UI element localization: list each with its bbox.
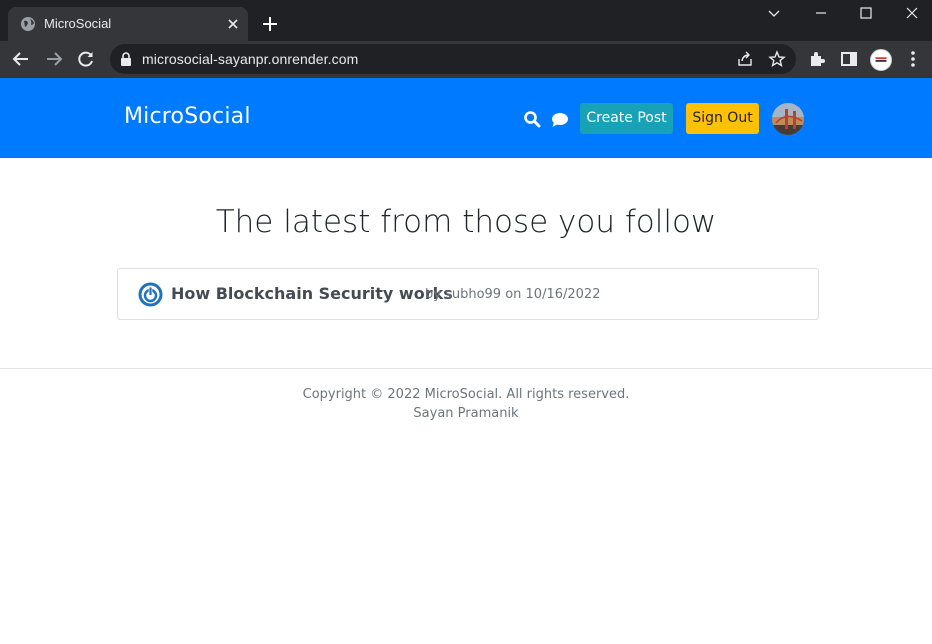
share-icon[interactable] bbox=[736, 50, 754, 68]
new-tab-icon[interactable] bbox=[260, 14, 280, 34]
post-meta: by subho99 on 10/16/2022 bbox=[425, 287, 601, 302]
window-close-icon[interactable] bbox=[898, 4, 926, 24]
chat-icon[interactable] bbox=[551, 111, 569, 129]
url-text[interactable]: microsocial-sayanpr.onrender.com bbox=[142, 51, 358, 67]
footer-divider bbox=[0, 368, 932, 369]
extensions-icon[interactable] bbox=[807, 49, 827, 69]
maximize-icon[interactable] bbox=[852, 4, 880, 24]
sign-out-button[interactable]: Sign Out bbox=[686, 103, 759, 134]
site-brand[interactable]: MicroSocial bbox=[124, 104, 251, 129]
footer-copyright: Copyright © 2022 MicroSocial. All rights… bbox=[302, 387, 630, 402]
back-arrow-icon[interactable] bbox=[11, 49, 31, 69]
side-panel-icon[interactable] bbox=[839, 49, 859, 69]
address-bar[interactable]: microsocial-sayanpr.onrender.com bbox=[110, 44, 796, 74]
user-avatar[interactable] bbox=[772, 103, 804, 135]
browser-tab[interactable]: MicroSocial bbox=[8, 7, 248, 41]
browser-titlebar: MicroSocial bbox=[0, 0, 932, 41]
page-heading: The latest from those you follow bbox=[215, 204, 717, 240]
profile-avatar-icon[interactable] bbox=[870, 49, 892, 71]
footer-author: Sayan Pramanik bbox=[413, 406, 519, 421]
chevron-down-icon[interactable] bbox=[760, 4, 788, 24]
post-title-link[interactable]: How Blockchain Security works bbox=[171, 284, 453, 303]
minimize-icon[interactable] bbox=[807, 4, 835, 24]
forward-arrow-icon[interactable] bbox=[44, 49, 64, 69]
create-post-button[interactable]: Create Post bbox=[580, 103, 673, 134]
globe-icon bbox=[21, 17, 35, 31]
search-icon[interactable] bbox=[523, 110, 541, 128]
post-list-item[interactable]: How Blockchain Security works by subho99… bbox=[117, 268, 819, 320]
lock-icon bbox=[121, 52, 131, 66]
close-icon[interactable] bbox=[224, 15, 242, 33]
reload-icon[interactable] bbox=[76, 49, 96, 69]
browser-toolbar: microsocial-sayanpr.onrender.com bbox=[0, 41, 932, 78]
more-menu-icon[interactable] bbox=[903, 49, 923, 69]
tab-title: MicroSocial bbox=[44, 16, 112, 31]
site-navbar: MicroSocial Create Post Sign Out bbox=[0, 78, 932, 158]
bookmark-star-icon[interactable] bbox=[768, 50, 786, 68]
author-avatar-icon bbox=[138, 282, 163, 307]
